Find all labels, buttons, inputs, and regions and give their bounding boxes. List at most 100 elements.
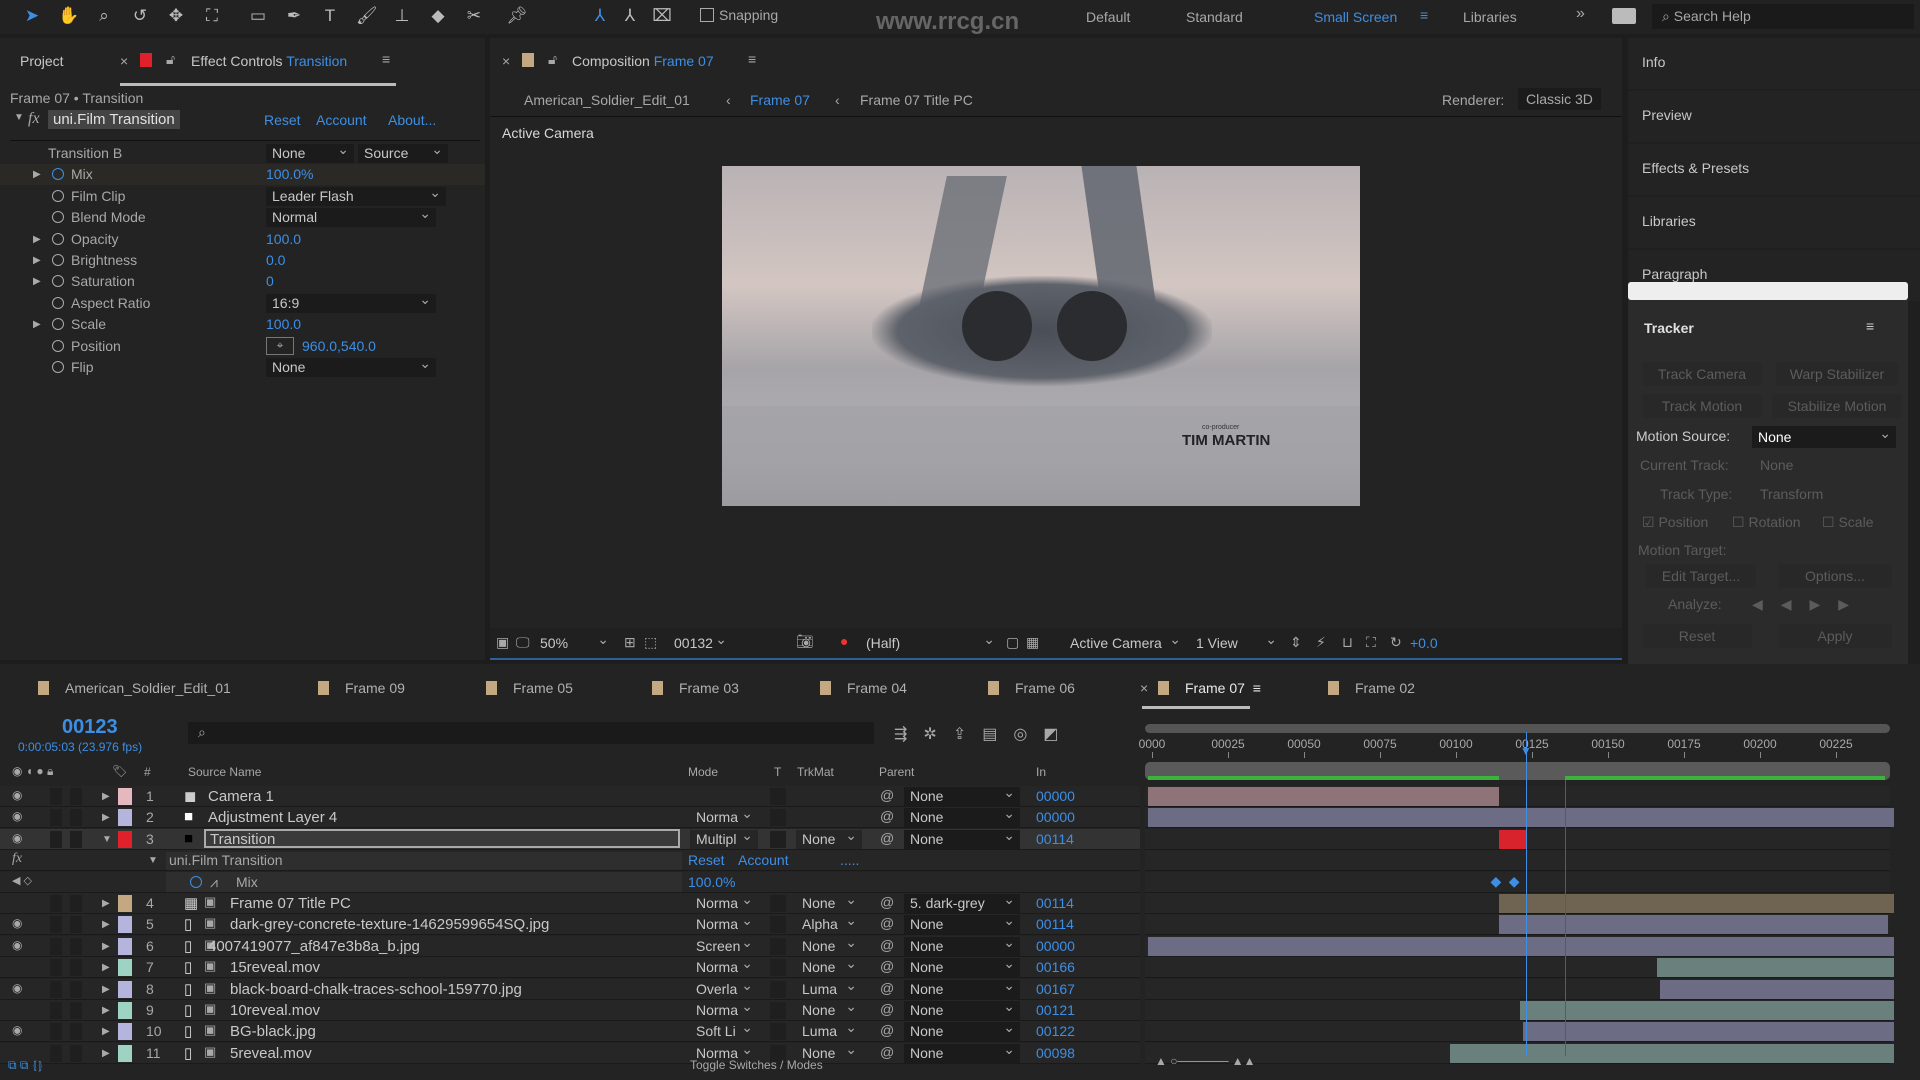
in-point[interactable]: 00000	[1036, 938, 1075, 954]
twirl-right-icon[interactable]: ▶	[102, 1005, 110, 1016]
in-point[interactable]: 00114	[1036, 831, 1074, 847]
layer-duration-bar[interactable]	[1148, 936, 1894, 956]
preserve-transparency-toggle[interactable]	[770, 895, 786, 912]
lock-switch[interactable]	[70, 1002, 82, 1019]
tab-composition[interactable]: Composition Frame 07	[572, 53, 714, 69]
track-matte-select[interactable]: Luma	[796, 976, 862, 999]
timeline-tab[interactable]: Frame 07 ≡	[1158, 677, 1261, 699]
in-point[interactable]: 00114	[1036, 916, 1074, 932]
parent-select[interactable]: None	[904, 1040, 1020, 1063]
solo-switch[interactable]	[50, 937, 62, 955]
pick-whip-icon[interactable]: @	[880, 830, 894, 846]
twirl-right-icon[interactable]: ▶	[102, 812, 110, 823]
label-color[interactable]	[118, 1044, 132, 1062]
lock-switch[interactable]	[70, 980, 82, 998]
position-checkbox[interactable]: ☑ Position	[1642, 514, 1708, 531]
layer-row[interactable]: ◉ ▶ 2 ■ Adjustment Layer 4 Norma @ None 00000	[0, 804, 1140, 829]
lock-switch[interactable]	[70, 1023, 82, 1041]
current-frame-field[interactable]: 00132	[662, 630, 732, 653]
property-value[interactable]: 960.0,540.0	[302, 338, 376, 354]
panel-menu-icon[interactable]: ≡	[382, 51, 390, 67]
toggle-switches-modes[interactable]: Toggle Switches / Modes	[690, 1058, 823, 1072]
channel-icon[interactable]: ●	[840, 633, 848, 649]
fx-icon[interactable]: fx	[28, 110, 40, 128]
pan-behind-icon[interactable]: ⛶	[202, 6, 222, 26]
track-matte-select[interactable]: None	[796, 826, 862, 849]
in-point[interactable]: 00000	[1036, 788, 1075, 804]
pick-whip-icon[interactable]: @	[880, 787, 894, 803]
label-color[interactable]	[118, 895, 132, 912]
reset-link[interactable]: Reset	[688, 852, 725, 868]
views-select[interactable]: 1 View	[1190, 630, 1282, 653]
in-point[interactable]: 00122	[1036, 1023, 1075, 1039]
property-value[interactable]: 100.0	[266, 316, 301, 332]
fx-icon[interactable]: fx	[12, 851, 22, 867]
preserve-transparency-toggle[interactable]	[770, 1023, 786, 1041]
twirl-down-icon[interactable]: ▼	[102, 834, 112, 845]
parent-select[interactable]: None	[904, 783, 1020, 806]
parent-select[interactable]: None	[904, 826, 1020, 849]
preserve-transparency-toggle[interactable]	[770, 1002, 786, 1019]
time-graph[interactable]: 0000 00025 00050 00075 00100 00125 00150 00175 0…	[1139, 724, 1895, 1064]
layer-select[interactable]: None	[266, 140, 354, 163]
eye-icon[interactable]: ◉	[12, 981, 22, 995]
parent-select[interactable]: None	[904, 997, 1020, 1020]
layer-name[interactable]: BG-black.jpg	[230, 1023, 316, 1040]
roto-brush-icon[interactable]: ✂	[464, 6, 484, 26]
twirl-right-icon[interactable]: ▶	[33, 169, 41, 180]
track-matte-select[interactable]: None	[796, 933, 862, 956]
timeline-tab[interactable]: Frame 03	[652, 677, 739, 699]
timeline-tab[interactable]: Frame 06	[988, 677, 1075, 699]
stopwatch-icon[interactable]	[52, 189, 64, 202]
preserve-transparency-toggle[interactable]	[770, 980, 786, 998]
reset-link[interactable]: Reset	[264, 112, 301, 128]
layer-name[interactable]: 15reveal.mov	[230, 959, 320, 976]
close-icon[interactable]: ×	[120, 53, 128, 69]
playhead-icon[interactable]: ▼	[1520, 744, 1532, 758]
timecode[interactable]: 00123	[62, 716, 118, 739]
stopwatch-icon[interactable]	[52, 254, 64, 266]
property-select[interactable]: Leader Flash	[266, 183, 446, 206]
pick-whip-icon[interactable]: @	[880, 1022, 894, 1038]
snapshot-icon[interactable]: 📷︎	[796, 633, 814, 650]
timeline-switches[interactable]: ⇶✲⇪▤◎◩	[894, 724, 1074, 744]
blend-mode-select[interactable]: Multipl	[690, 826, 758, 849]
eye-icon[interactable]: ◉	[12, 831, 22, 845]
lock-switch[interactable]	[70, 937, 82, 955]
world-axis-icon[interactable]: ⅄	[620, 6, 640, 26]
property-value[interactable]: 100.0%	[266, 166, 313, 182]
layer-name[interactable]: Transition	[204, 828, 680, 848]
layer-duration-bar[interactable]	[1148, 808, 1894, 828]
scale-checkbox[interactable]: ☐ Scale	[1822, 514, 1873, 531]
layer-row[interactable]: ◉ ▶ 1 ◼ Camera 1 @ None 00000	[0, 783, 1140, 807]
track-matte-select[interactable]: None	[796, 890, 862, 913]
layer-name[interactable]: black-board-chalk-traces-school-159770.j…	[230, 981, 522, 998]
search-help-input[interactable]: ⌕ Search Help	[1652, 4, 1914, 29]
label-color[interactable]	[118, 959, 132, 977]
account-link[interactable]: Account	[316, 112, 367, 128]
layer-duration-bar[interactable]	[1522, 1022, 1894, 1042]
layer-duration-bar[interactable]	[1519, 1001, 1894, 1020]
layer-row[interactable]: ▶ 9 ▯ ▣ 10reveal.mov Norma None @ None 00121	[0, 997, 1140, 1021]
pick-whip-icon[interactable]: @	[880, 980, 894, 996]
layer-row[interactable]: ◉ ▶ 5 ▯ ▣ dark-grey-concrete-texture-14629599…	[0, 911, 1140, 936]
composition-viewer[interactable]: co-producer TIM MARTIN	[722, 166, 1360, 506]
panel-libraries[interactable]: Libraries	[1628, 197, 1920, 248]
stopwatch-icon[interactable]	[190, 875, 202, 888]
snapping-toggle[interactable]: Snapping	[700, 7, 778, 23]
twirl-right-icon[interactable]: ▶	[33, 276, 41, 287]
apply-button[interactable]: Apply	[1778, 624, 1892, 648]
keyframe-navigator-icon[interactable]: ◀ ◇	[12, 874, 32, 887]
layer-search-input[interactable]: ⌕	[188, 722, 874, 744]
label-color[interactable]	[118, 830, 132, 848]
twirl-right-icon[interactable]: ▶	[33, 255, 41, 266]
reset-exposure-icon[interactable]: ↻	[1390, 634, 1402, 651]
blend-mode-select[interactable]: Norma	[690, 804, 758, 828]
label-color[interactable]	[118, 1002, 132, 1019]
in-point[interactable]: 00114	[1036, 895, 1074, 911]
tab-effect-controls[interactable]: Effect Controls Transition	[191, 53, 347, 69]
panel-info[interactable]: Info	[1628, 38, 1920, 89]
stopwatch-icon[interactable]	[52, 361, 64, 373]
exposure-value[interactable]: +0.0	[1410, 635, 1438, 651]
workspace-standard[interactable]: Standard	[1186, 9, 1243, 25]
